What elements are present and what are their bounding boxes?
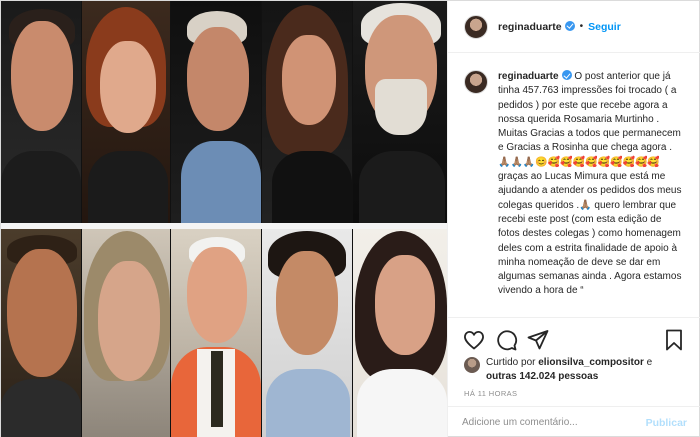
action-icons xyxy=(462,328,690,352)
username[interactable]: reginaduarte xyxy=(498,21,562,33)
share-icon[interactable] xyxy=(526,328,550,352)
follow-button[interactable]: Seguir xyxy=(588,21,621,33)
comment-icon[interactable] xyxy=(494,328,518,352)
caption-area: reginaduarte O post anterior que já tinh… xyxy=(448,54,700,317)
portrait-tile xyxy=(171,1,261,223)
publish-button[interactable]: Publicar xyxy=(646,417,687,429)
heart-icon[interactable] xyxy=(462,328,486,352)
likes-count[interactable]: outras 142.024 pessoas xyxy=(486,371,598,382)
post-header: reginaduarte • Seguir xyxy=(448,1,700,53)
portrait-tile xyxy=(82,1,170,223)
portrait-tile xyxy=(171,229,261,437)
caption-username[interactable]: reginaduarte xyxy=(498,71,559,82)
comment-input[interactable] xyxy=(462,417,646,428)
username-link[interactable]: reginaduarte xyxy=(498,20,575,33)
likes-summary: Curtido por elionsilva_compositor e outr… xyxy=(464,356,652,384)
verified-badge-icon xyxy=(564,20,575,31)
post-actions: Curtido por elionsilva_compositor e outr… xyxy=(448,317,700,437)
portrait-tile xyxy=(1,229,81,437)
post-modal: reginaduarte • Seguir reginaduarte O pos… xyxy=(0,0,700,437)
separator-dot: • xyxy=(579,21,584,32)
avatar[interactable] xyxy=(464,70,488,94)
portrait-tile xyxy=(262,229,352,437)
portrait-tile xyxy=(262,1,352,223)
post-sidebar: reginaduarte • Seguir reginaduarte O pos… xyxy=(448,1,700,437)
liker-username[interactable]: elionsilva_compositor xyxy=(538,357,644,368)
avatar[interactable] xyxy=(464,357,480,373)
likes-prefix: Curtido por xyxy=(486,357,536,368)
comment-box: Publicar xyxy=(448,406,700,437)
portrait-tile xyxy=(353,1,447,223)
caption-text: reginaduarte O post anterior que já tinh… xyxy=(498,70,685,317)
avatar[interactable] xyxy=(464,14,488,39)
post-timestamp[interactable]: HÁ 11 HORAS xyxy=(464,389,517,398)
likes-conjunction: e xyxy=(646,357,653,368)
portrait-tile xyxy=(353,229,447,437)
caption-body: O post anterior que já tinha 457.763 imp… xyxy=(498,71,682,297)
portrait-tile xyxy=(1,1,81,223)
bookmark-icon[interactable] xyxy=(662,328,686,352)
post-image[interactable] xyxy=(1,1,448,437)
portrait-tile xyxy=(82,229,170,437)
verified-badge-icon xyxy=(561,70,572,80)
